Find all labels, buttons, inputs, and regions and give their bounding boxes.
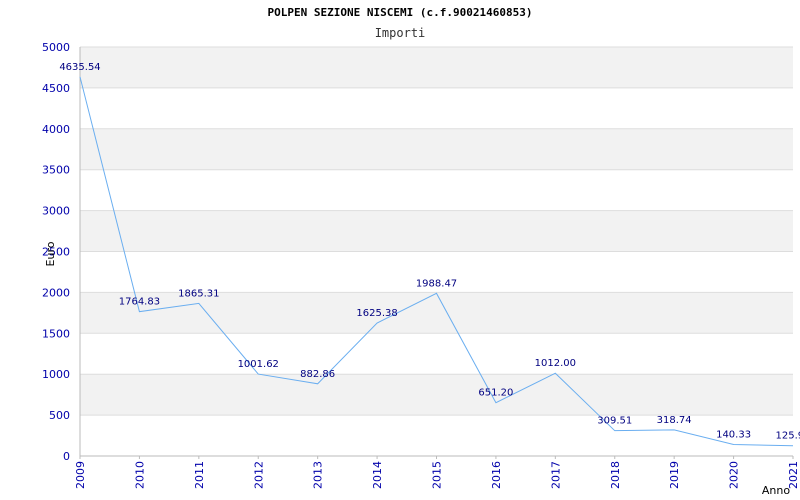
data-label: 882.86: [300, 369, 335, 380]
data-label: 1625.38: [356, 308, 397, 319]
data-label: 1764.83: [119, 297, 160, 308]
x-tick-label: 2018: [609, 461, 622, 489]
chart-title: POLPEN SEZIONE NISCEMI (c.f.90021460853): [268, 6, 533, 19]
y-tick-label: 3500: [42, 164, 70, 177]
x-axis-label: Anno: [762, 484, 790, 497]
background-bands: [80, 47, 793, 416]
x-tick-label: 2012: [252, 461, 265, 489]
data-label: 1865.31: [178, 288, 219, 299]
x-tick-label: 2015: [431, 461, 444, 489]
data-label: 1012.00: [535, 358, 576, 369]
y-tick-label: 4000: [42, 123, 70, 136]
y-tick-label: 4500: [42, 82, 70, 95]
data-label: 309.51: [597, 416, 632, 427]
x-tick-label: 2014: [371, 461, 384, 489]
grid-band: [80, 374, 793, 416]
data-label: 1988.47: [416, 278, 457, 289]
y-tick-label: 500: [49, 409, 70, 422]
grid-band: [80, 210, 793, 252]
x-tick-label: 2019: [668, 461, 681, 489]
grid-band: [80, 47, 793, 88]
data-label: 651.20: [478, 388, 513, 399]
grid-band: [80, 128, 793, 170]
x-tick-label: 2011: [193, 461, 206, 489]
x-tick-label: 2016: [490, 461, 503, 489]
x-tick-label: 2013: [312, 461, 325, 489]
data-label: 318.74: [657, 415, 692, 426]
y-tick-label: 1500: [42, 327, 70, 340]
y-tick-label: 0: [63, 450, 70, 463]
chart-subtitle: Importi: [375, 26, 426, 40]
y-tick-label: 3000: [42, 205, 70, 218]
y-axis-label: Euro: [44, 241, 57, 266]
x-tick-labels: 2009 2010 2011 2012 2013 2014 2015 2016 2017 2018…: [74, 456, 800, 489]
data-label: 140.33: [716, 430, 751, 441]
y-tick-label: 2000: [42, 286, 70, 299]
y-tick-label: 5000: [42, 41, 70, 54]
x-tick-label: 2010: [133, 461, 146, 489]
data-label: 1001.62: [238, 359, 279, 370]
data-label: 4635.54: [59, 62, 100, 73]
x-tick-label: 2009: [74, 461, 87, 489]
data-label: 125.94: [776, 431, 800, 442]
x-tick-label: 2020: [728, 461, 741, 489]
line-chart: 0500100015002000250030003500400045005000…: [42, 6, 800, 497]
y-tick-label: 1000: [42, 368, 70, 381]
x-tick-label: 2017: [549, 461, 562, 489]
